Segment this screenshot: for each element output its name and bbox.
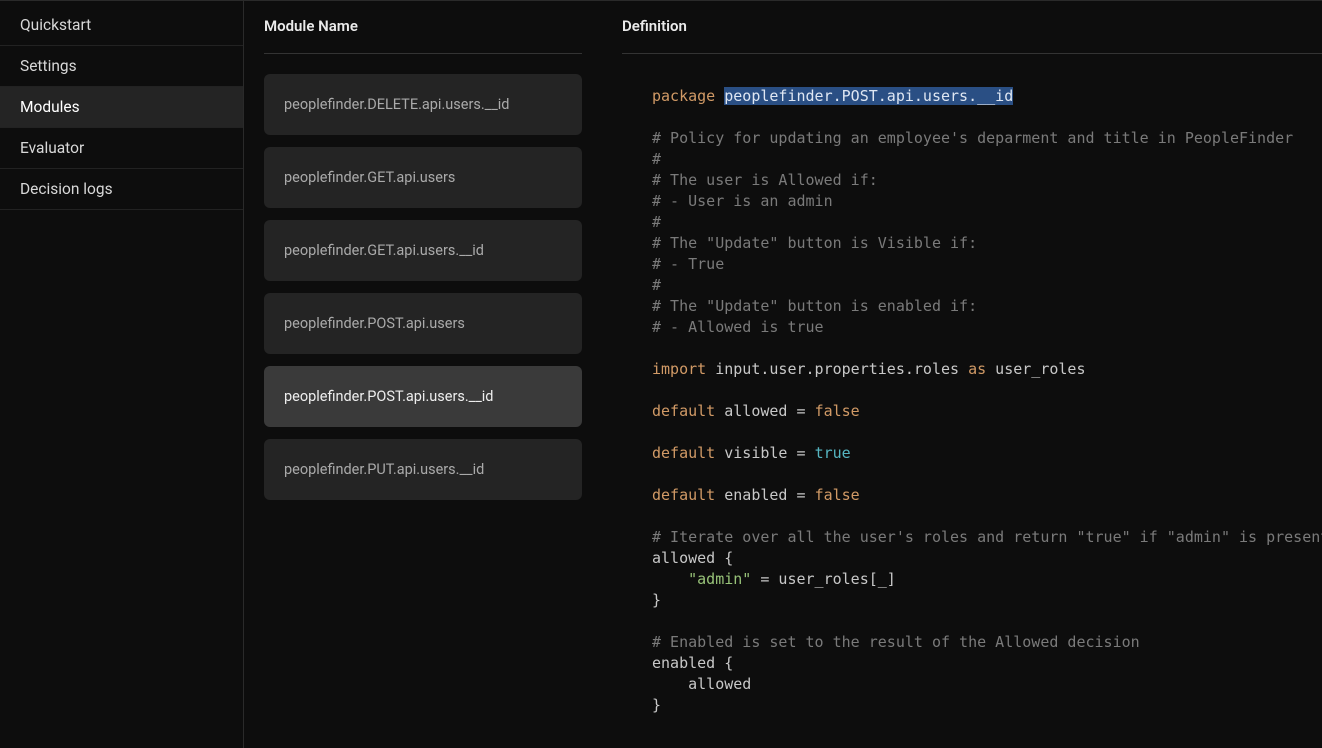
module-item-selected[interactable]: peoplefinder.POST.api.users.__id: [264, 366, 582, 427]
code-rule-close: }: [652, 591, 661, 609]
code-default-visible: visible =: [715, 444, 814, 462]
module-item[interactable]: peoplefinder.PUT.api.users.__id: [264, 439, 582, 500]
code-comment: # Policy for updating an employee's depa…: [652, 129, 1293, 147]
code-indent: [652, 570, 688, 588]
code-keyword-import: import: [652, 360, 706, 378]
code-default-allowed: allowed =: [715, 402, 814, 420]
code-comment: # - Allowed is true: [652, 318, 824, 336]
code-comment: #: [652, 276, 661, 294]
code-rule-open: enabled {: [652, 654, 733, 672]
code-keyword-default: default: [652, 402, 715, 420]
code-import-alias: user_roles: [986, 360, 1085, 378]
code-rule-body: = user_roles[_]: [751, 570, 896, 588]
module-list: peoplefinder.DELETE.api.users.__id peopl…: [264, 54, 582, 500]
code-true: true: [815, 444, 851, 462]
module-item[interactable]: peoplefinder.GET.api.users.__id: [264, 220, 582, 281]
code-comment: #: [652, 150, 661, 168]
code-comment: # The "Update" button is enabled if:: [652, 297, 977, 315]
module-list-column: Module Name peoplefinder.DELETE.api.user…: [244, 1, 602, 748]
code-string: "admin": [688, 570, 751, 588]
module-item[interactable]: peoplefinder.GET.api.users: [264, 147, 582, 208]
definition-code[interactable]: package peoplefinder.POST.api.users.__id…: [622, 54, 1322, 748]
code-rule-close: }: [652, 696, 661, 714]
code-comment: # - True: [652, 255, 724, 273]
code-comment: # Iterate over all the user's roles and …: [652, 528, 1322, 546]
code-keyword-default: default: [652, 486, 715, 504]
code-import-path: input.user.properties.roles: [706, 360, 968, 378]
code-comment: # The user is Allowed if:: [652, 171, 878, 189]
sidebar-item-settings[interactable]: Settings: [0, 46, 243, 87]
module-list-header: Module Name: [264, 1, 582, 54]
sidebar-item-modules[interactable]: Modules: [0, 87, 243, 128]
sidebar-item-evaluator[interactable]: Evaluator: [0, 128, 243, 169]
code-rule-body: allowed: [652, 675, 751, 693]
definition-column: Definition package peoplefinder.POST.api…: [602, 1, 1322, 748]
code-default-enabled: enabled =: [715, 486, 814, 504]
code-keyword-package: package: [652, 87, 715, 105]
code-comment: # - User is an admin: [652, 192, 833, 210]
code-false: false: [815, 486, 860, 504]
content-columns: Module Name peoplefinder.DELETE.api.user…: [244, 1, 1322, 748]
code-comment: #: [652, 213, 661, 231]
code-keyword-as: as: [968, 360, 986, 378]
code-rule-open: allowed {: [652, 549, 733, 567]
sidebar: Quickstart Settings Modules Evaluator De…: [0, 1, 244, 748]
code-comment: # The "Update" button is Visible if:: [652, 234, 977, 252]
code-keyword-default: default: [652, 444, 715, 462]
definition-header: Definition: [622, 1, 1322, 54]
code-false: false: [815, 402, 860, 420]
sidebar-item-decision-logs[interactable]: Decision logs: [0, 169, 243, 210]
code-package-name: peoplefinder.POST.api.users.__id: [724, 87, 1013, 105]
code-comment: # Enabled is set to the result of the Al…: [652, 633, 1140, 651]
sidebar-item-quickstart[interactable]: Quickstart: [0, 5, 243, 46]
module-item[interactable]: peoplefinder.POST.api.users: [264, 293, 582, 354]
module-item[interactable]: peoplefinder.DELETE.api.users.__id: [264, 74, 582, 135]
app-root: Quickstart Settings Modules Evaluator De…: [0, 0, 1322, 748]
